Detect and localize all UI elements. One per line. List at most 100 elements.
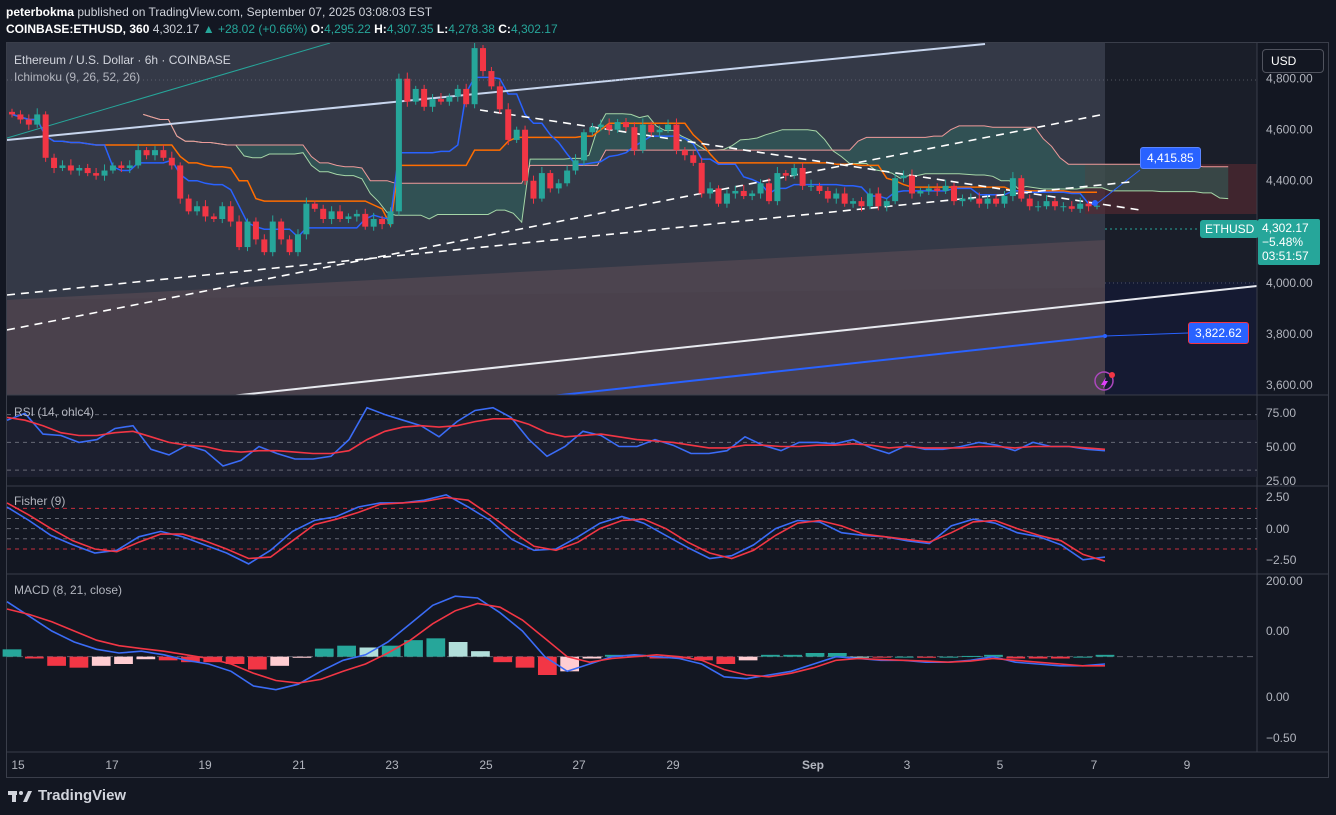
candle-body (76, 167, 83, 171)
time-tick-label: 23 (385, 758, 399, 772)
histogram-bar (738, 656, 758, 661)
candle-body (160, 150, 167, 158)
candle-body (749, 193, 756, 197)
histogram-bar (1006, 656, 1026, 659)
time-tick-label: 3 (904, 758, 911, 772)
symbol-tag: ETHUSD (1200, 220, 1260, 238)
histogram-bar (136, 656, 156, 660)
price-tag-change: −5.48% (1262, 235, 1304, 249)
histogram-bar (805, 653, 825, 657)
candle-body (59, 165, 66, 168)
candle-body (202, 206, 209, 217)
time-axis[interactable]: 15 17 19 21 23 25 27 29 Sep 3 5 7 9 (11, 758, 1190, 772)
time-tick-label: 9 (1184, 758, 1191, 772)
candle-body (934, 188, 941, 191)
histogram-bar (337, 645, 356, 657)
histogram-bar (69, 656, 89, 668)
anchor-dot[interactable] (1092, 200, 1098, 206)
candle-body (892, 178, 899, 202)
currency-button[interactable]: USD (1262, 49, 1324, 73)
candle-body (631, 127, 638, 151)
histogram-bar (716, 656, 736, 664)
histogram-bar (47, 656, 66, 666)
candle-body (278, 221, 285, 240)
rsi-legend[interactable]: RSI (14, ohlc4) (14, 405, 94, 419)
candle-body (824, 190, 831, 199)
candle-body (993, 198, 1000, 204)
candle-body (614, 122, 621, 130)
candle-body (244, 221, 251, 248)
candle-body (446, 96, 453, 102)
candle-body (622, 122, 629, 128)
candle-body (25, 119, 32, 125)
candle-body (774, 173, 781, 202)
candle-body (168, 157, 175, 166)
price-tick-label: 4,800.00 (1266, 72, 1313, 86)
candle-body (151, 150, 158, 156)
candle-body (177, 165, 184, 199)
candle-body (429, 99, 436, 107)
candle-body (808, 185, 815, 187)
candle-body (1001, 196, 1008, 204)
candle-body (606, 124, 613, 130)
candle-body (673, 124, 680, 151)
time-tick-label: 15 (11, 758, 25, 772)
candle-body (480, 48, 487, 72)
lower-target-label[interactable]: 3,822.62 (1188, 322, 1249, 344)
candle-body (530, 180, 537, 199)
candle-body (437, 99, 444, 102)
histogram-bar (493, 656, 513, 663)
histogram-bar (761, 654, 780, 657)
main-legend[interactable]: Ethereum / U.S. Dollar · 6h · COINBASE (14, 53, 231, 67)
upper-target-label[interactable]: 4,415.85 (1140, 147, 1201, 169)
candle-body (681, 150, 688, 156)
histogram-bar (537, 656, 557, 675)
candle-body (976, 198, 983, 204)
candle-body (454, 88, 461, 97)
candle-body (294, 234, 301, 253)
candle-body (1060, 206, 1067, 208)
time-tick-label: 27 (572, 758, 586, 772)
candle-body (1068, 206, 1075, 209)
fisher-tick-label: 0.00 (1266, 522, 1290, 536)
candle-body (555, 183, 562, 189)
candle-body (303, 203, 310, 235)
candle-body (1035, 206, 1042, 208)
macd-legend[interactable]: MACD (8, 21, close) (14, 583, 122, 597)
candle-body (900, 175, 907, 179)
time-tick-label: 19 (198, 758, 212, 772)
candle-body (1077, 203, 1084, 209)
anchor-dot-low[interactable] (1103, 334, 1107, 338)
candle-body (210, 216, 217, 219)
indicator-axes[interactable]: 75.00 50.00 25.00 2.50 0.00 −2.50 200.00 0.00 0.… (1266, 406, 1303, 745)
macd-pane[interactable] (2, 595, 1257, 691)
fisher-legend[interactable]: Fisher (9) (14, 494, 65, 508)
candle-body (967, 198, 974, 200)
rsi-tick-label: 50.00 (1266, 440, 1296, 454)
candle-body (572, 160, 579, 171)
candle-body (522, 129, 529, 181)
footer-brand[interactable]: TradingView (8, 787, 126, 804)
macd-tick-label: 200.00 (1266, 574, 1303, 588)
tradingview-logo-icon (8, 790, 32, 802)
histogram-bar (426, 638, 446, 657)
price-tick-label: 3,600.00 (1266, 378, 1313, 392)
candle-body (51, 157, 58, 168)
candle-body (513, 129, 520, 140)
candle-body (135, 150, 142, 166)
ichimoku-legend[interactable]: Ichimoku (9, 26, 52, 26) (14, 70, 140, 84)
rsi-band (7, 420, 1257, 477)
candle-body (261, 239, 268, 253)
candle-body (219, 206, 226, 219)
price-tag: 4,302.17 −5.48% 03:51:57 (1258, 219, 1320, 265)
candle-body (757, 183, 764, 194)
candle-body (118, 165, 125, 168)
candle-body (707, 188, 714, 194)
histogram-bar (292, 656, 312, 658)
candle-body (1085, 203, 1092, 207)
chart-canvas[interactable]: 4,800.00 4,600.00 4,400.00 4,000.00 3,800.00… (0, 0, 1336, 815)
candle-body (850, 201, 857, 204)
fisher-pane[interactable] (6, 493, 1257, 565)
candle-body (833, 193, 840, 199)
candle-body (648, 124, 655, 133)
